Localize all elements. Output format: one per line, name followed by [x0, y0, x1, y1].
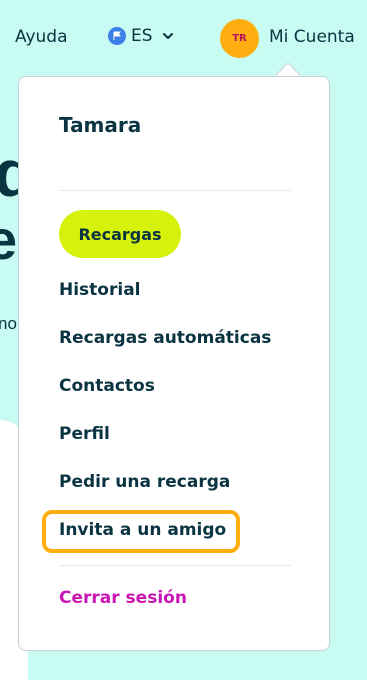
menu-item-perfil[interactable]: Perfil: [59, 424, 110, 444]
language-selector[interactable]: ES: [108, 26, 174, 46]
menu-divider: [59, 565, 291, 566]
flag-icon: [108, 27, 126, 45]
menu-item-recargas[interactable]: Recargas: [59, 210, 181, 258]
menu-divider: [59, 190, 291, 191]
language-code: ES: [131, 26, 153, 46]
account-dropdown-menu: Tamara Recargas Historial Recargas autom…: [18, 76, 330, 651]
background-subtext-fragment: no: [0, 314, 17, 333]
menu-item-pedir-recarga[interactable]: Pedir una recarga: [59, 472, 230, 492]
account-menu-button[interactable]: Mi Cuenta: [269, 27, 355, 47]
menu-item-recargas-automaticas[interactable]: Recargas automáticas: [59, 328, 271, 348]
menu-item-invita-amigo[interactable]: Invita a un amigo: [59, 520, 226, 540]
menu-item-contactos[interactable]: Contactos: [59, 376, 155, 396]
top-navigation: Ayuda ES TR Mi Cuenta: [0, 0, 367, 78]
avatar[interactable]: TR: [220, 19, 259, 58]
chevron-down-icon: [162, 33, 173, 39]
menu-user-name: Tamara: [59, 113, 142, 137]
help-link[interactable]: Ayuda: [15, 27, 68, 47]
logout-link[interactable]: Cerrar sesión: [59, 588, 187, 608]
menu-item-historial[interactable]: Historial: [59, 280, 141, 300]
